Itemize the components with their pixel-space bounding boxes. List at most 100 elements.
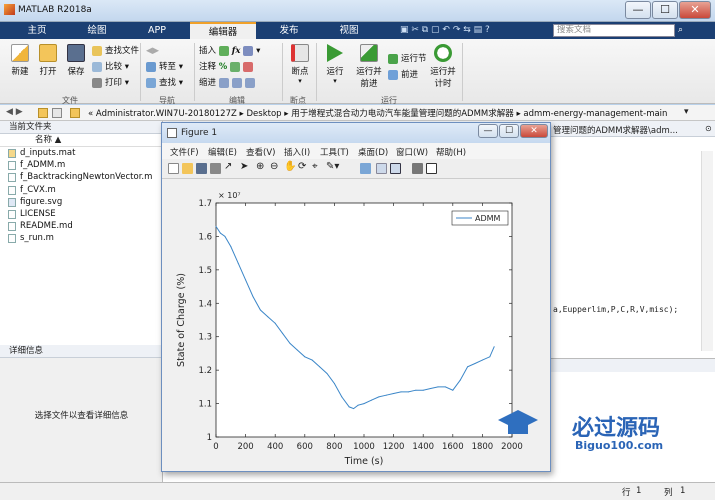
file-item[interactable]: s_run.m bbox=[0, 232, 162, 244]
y-tick-label: 1.7 bbox=[198, 199, 212, 209]
open-label: 打开 bbox=[39, 67, 57, 77]
menu-view[interactable]: 查看(V) bbox=[246, 146, 275, 158]
tab-editor[interactable]: 编辑器 bbox=[190, 22, 256, 39]
file-item[interactable]: f_BacktrackingNewtonVector.m bbox=[0, 171, 162, 183]
print-button[interactable]: 打印 ▾ bbox=[92, 77, 129, 90]
search-documentation-input[interactable]: 搜索文档 bbox=[553, 24, 675, 37]
up-folder-icon[interactable] bbox=[52, 108, 62, 118]
rotate-icon[interactable]: ⟳ bbox=[298, 161, 306, 172]
data-cursor-icon[interactable]: ⌖ bbox=[312, 161, 318, 172]
insert-button[interactable]: 插入 fx ▾ bbox=[199, 45, 260, 58]
indent-button[interactable]: 缩进 bbox=[199, 77, 258, 90]
figure-icon bbox=[167, 128, 177, 138]
run-button[interactable]: 运行 ▾ bbox=[322, 44, 348, 85]
back-forward-buttons[interactable]: ◀▶ bbox=[146, 45, 159, 58]
file-item[interactable]: d_inputs.mat bbox=[0, 147, 162, 159]
menu-tools[interactable]: 工具(T) bbox=[320, 146, 349, 158]
x-tick-label: 1600 bbox=[442, 442, 464, 452]
new-figure-icon[interactable] bbox=[168, 163, 179, 174]
increase-indent-icon bbox=[231, 77, 242, 88]
colorbar-icon[interactable] bbox=[376, 163, 387, 174]
zoom-out-icon[interactable]: ⊖ bbox=[270, 161, 278, 172]
menu-help[interactable]: 帮助(H) bbox=[436, 146, 466, 158]
tab-apps[interactable]: APP bbox=[128, 22, 186, 39]
data-point bbox=[452, 389, 454, 391]
text-file-icon bbox=[8, 222, 16, 232]
data-point bbox=[319, 366, 321, 368]
maximize-button[interactable]: ☐ bbox=[652, 1, 678, 19]
zoom-in-icon[interactable]: ⊕ bbox=[256, 161, 264, 172]
open-file-icon[interactable] bbox=[182, 163, 193, 174]
file-item[interactable]: f_ADMM.m bbox=[0, 159, 162, 171]
uncomment-icon bbox=[242, 61, 253, 72]
menu-desktop[interactable]: 桌面(D) bbox=[358, 146, 388, 158]
x-tick-label: 800 bbox=[326, 442, 342, 452]
figure-close-button[interactable]: ✕ bbox=[520, 124, 548, 138]
new-button[interactable]: 新建 bbox=[6, 44, 34, 77]
save-figure-icon[interactable] bbox=[196, 163, 207, 174]
current-folder-path[interactable]: « Administrator.WIN7U-20180127Z ▸ Deskto… bbox=[88, 107, 667, 119]
editor-tab-path[interactable]: 管理问题的ADMM求解器\adm... bbox=[553, 124, 678, 136]
menu-edit[interactable]: 编辑(E) bbox=[208, 146, 237, 158]
run-section-button[interactable]: 运行节 bbox=[388, 53, 427, 66]
hide-tools-icon[interactable] bbox=[412, 163, 423, 174]
figure-title-bar[interactable]: Figure 1 — ☐ ✕ bbox=[162, 123, 550, 143]
panel-menu-icon[interactable]: ⊙ bbox=[705, 124, 712, 133]
figure-window[interactable]: Figure 1 — ☐ ✕ 文件(F) 编辑(E) 查看(V) 插入(I) 工… bbox=[161, 122, 551, 472]
tab-home[interactable]: 主页 bbox=[8, 22, 66, 39]
open-button[interactable]: 打开 bbox=[34, 44, 62, 77]
file-item[interactable]: f_CVX.m bbox=[0, 184, 162, 196]
file-item[interactable]: figure.svg bbox=[0, 196, 162, 208]
run-time-button[interactable]: 运行并 计时 bbox=[428, 44, 458, 89]
data-point bbox=[415, 389, 417, 391]
comment-button[interactable]: 注释 % bbox=[199, 61, 256, 74]
breakpoints-button[interactable]: 断点 ▾ bbox=[286, 44, 314, 85]
save-label: 保存 bbox=[67, 67, 85, 77]
legend-icon[interactable] bbox=[390, 163, 401, 174]
menu-window[interactable]: 窗口(W) bbox=[396, 146, 428, 158]
minimize-button[interactable]: — bbox=[625, 1, 651, 19]
run-advance-button[interactable]: 运行并 前进 bbox=[354, 44, 384, 89]
folder-open-icon bbox=[39, 44, 57, 62]
data-point bbox=[252, 296, 254, 298]
menu-insert[interactable]: 插入(I) bbox=[284, 146, 310, 158]
text-file-icon bbox=[8, 209, 16, 219]
figure-minimize-button[interactable]: — bbox=[478, 124, 498, 138]
name-column-header[interactable]: 名称 ▲ bbox=[0, 134, 162, 147]
path-dropdown-icon[interactable]: ▾ bbox=[684, 107, 689, 117]
fx-icon[interactable]: fx bbox=[232, 46, 241, 56]
brush-icon[interactable]: ✎▾ bbox=[326, 161, 339, 172]
x-tick-label: 1400 bbox=[412, 442, 434, 452]
link-plot-icon[interactable] bbox=[360, 163, 371, 174]
file-item[interactable]: LICENSE bbox=[0, 208, 162, 220]
tab-publish[interactable]: 发布 bbox=[260, 22, 318, 39]
close-button[interactable]: ✕ bbox=[679, 1, 711, 19]
pointer-icon[interactable]: ➤ bbox=[240, 161, 248, 172]
details-panel: 详细信息 选择文件以查看详细信息 bbox=[0, 345, 163, 482]
code-line[interactable]: a,Eupperlim,P,C,R,V,misc); bbox=[553, 305, 678, 314]
find-button[interactable]: 查找 ▾ bbox=[146, 77, 183, 90]
pan-icon[interactable]: ✋ bbox=[284, 161, 296, 172]
tab-view[interactable]: 视图 bbox=[320, 22, 378, 39]
nav-arrows[interactable]: ◀ ▶ bbox=[6, 107, 23, 117]
advance-button[interactable]: 前进 bbox=[388, 69, 418, 82]
browse-folder-icon[interactable] bbox=[38, 108, 48, 118]
goto-button[interactable]: 转至 ▾ bbox=[146, 61, 183, 74]
details-title: 详细信息 bbox=[0, 345, 162, 358]
link-icon[interactable]: ↗ bbox=[224, 161, 232, 172]
file-item[interactable]: README.md bbox=[0, 220, 162, 232]
new-label: 新建 bbox=[11, 67, 29, 77]
editor-scrollbar[interactable] bbox=[701, 151, 713, 351]
quick-access-toolbar[interactable]: ▣ ✂ ⧉ ▢ ↶ ↷ ⇆ ▤ ? bbox=[400, 25, 540, 36]
show-tools-icon[interactable] bbox=[426, 163, 437, 174]
search-icon[interactable]: ⌕ bbox=[678, 25, 683, 35]
figure-maximize-button[interactable]: ☐ bbox=[499, 124, 519, 138]
print-figure-icon[interactable] bbox=[210, 163, 221, 174]
compare-button[interactable]: 比较 ▾ bbox=[92, 61, 129, 74]
save-button[interactable]: 保存 bbox=[62, 44, 90, 77]
menu-file[interactable]: 文件(F) bbox=[170, 146, 199, 158]
find-files-button[interactable]: 查找文件 bbox=[92, 45, 139, 58]
tab-plots[interactable]: 绘图 bbox=[68, 22, 126, 39]
x-tick-label: 400 bbox=[267, 442, 283, 452]
soc-chart[interactable]: 0 200 400 600 800 1000 1200 1400 1600 1800 2000 1 1.… bbox=[163, 179, 549, 471]
